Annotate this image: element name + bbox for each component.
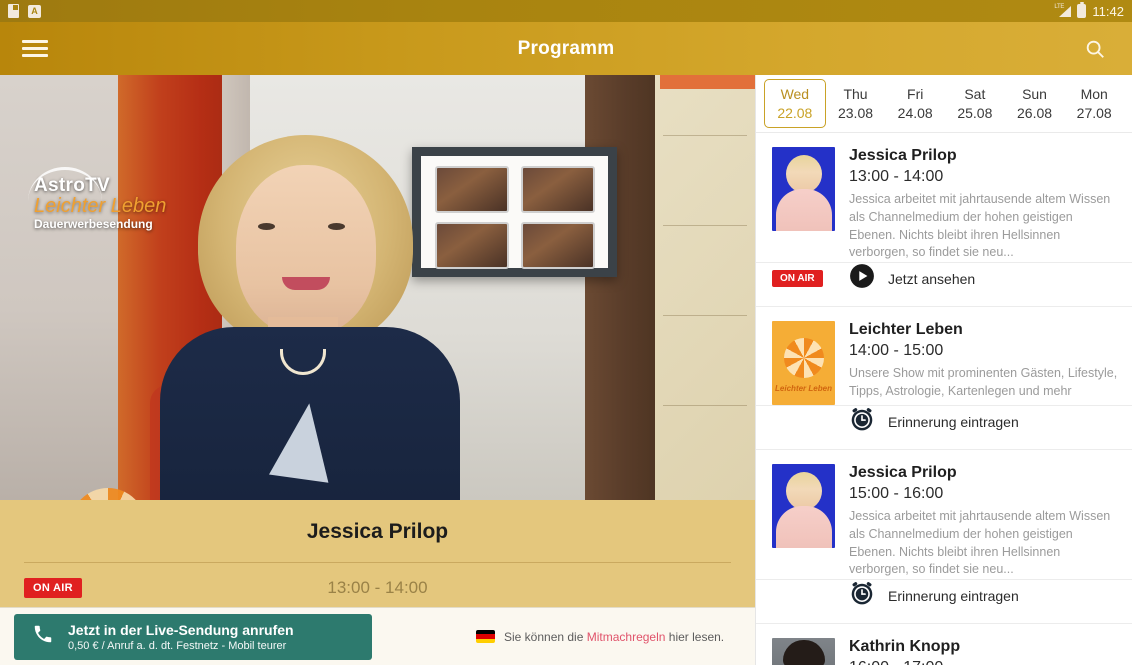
status-bar-right-icons: LTE 11:42: [1054, 2, 1124, 19]
alarm-clock-icon: [849, 580, 875, 611]
station-logo: AstroTV Leichter Leben Dauerwerbesendung: [28, 167, 224, 231]
list-item[interactable]: Jessica Prilop 15:00 - 16:00 Jessica arb…: [756, 450, 1132, 580]
alarm-clock-icon: [849, 406, 875, 437]
app-root: A LTE 11:42 Programm AstroTV Leichter Le…: [0, 0, 1132, 665]
day-tab-0-weekday: Wed: [780, 85, 810, 102]
station-logo-line3: Dauerwerbesendung: [34, 217, 153, 231]
day-tab-0-date: 22.08: [777, 104, 813, 121]
program-title: Leichter Leben: [849, 321, 963, 338]
program-thumbnail: [772, 464, 835, 548]
program-time: 16:00 - 17:00: [849, 659, 1118, 665]
german-flag-icon: [476, 630, 495, 643]
program-title: Kathrin Knopp: [849, 638, 961, 655]
now-playing-time-row: ON AIR 13:00 - 14:00: [24, 563, 731, 613]
day-tab-3-date: 25.08: [957, 104, 993, 121]
now-playing-title: Jessica Prilop: [24, 500, 731, 563]
program-action-row: Erinnerung eintragen: [756, 580, 1132, 624]
program-time: 15:00 - 16:00: [849, 485, 944, 502]
program-title: Jessica Prilop: [849, 147, 957, 164]
search-icon[interactable]: [1080, 34, 1110, 64]
call-button-subtitle: 0,50 € / Anruf a. d. dt. Festnetz - Mobi…: [68, 639, 287, 652]
program-thumbnail: [772, 638, 835, 665]
battery-icon: [1077, 2, 1087, 18]
day-tab-1[interactable]: Thu 23.08: [826, 80, 886, 128]
day-tab-4-weekday: Sun: [1022, 85, 1047, 102]
program-thumbnail: Leichter Leben: [772, 321, 835, 405]
program-action-row: Erinnerung eintragen: [756, 406, 1132, 450]
set-reminder-button[interactable]: Erinnerung eintragen: [835, 580, 1019, 611]
watch-now-label: Jetzt ansehen: [888, 270, 976, 287]
studio-shelf: [655, 75, 755, 500]
hamburger-menu-icon[interactable]: [22, 36, 48, 61]
call-live-show-button[interactable]: Jetzt in der Live-Sendung anrufen 0,50 €…: [14, 613, 372, 660]
app-bar: Programm: [0, 22, 1132, 75]
participation-rules: Sie können die Mitmachregeln hier lesen.: [476, 630, 724, 644]
status-bar-clock: 11:42: [1092, 3, 1124, 19]
studio-wood-panel: [585, 75, 660, 500]
program-title: Jessica Prilop: [849, 464, 957, 481]
page-title: Programm: [517, 37, 615, 59]
bottom-action-bar: Jetzt in der Live-Sendung anrufen 0,50 €…: [0, 607, 755, 665]
program-time: 13:00 - 14:00: [849, 168, 944, 185]
play-icon: [849, 263, 875, 294]
day-tab-1-date: 23.08: [837, 104, 874, 121]
document-icon: [8, 4, 19, 18]
list-item[interactable]: Jessica Prilop 13:00 - 14:00 Jessica arb…: [756, 133, 1132, 263]
day-tab-4[interactable]: Sun 26.08: [1005, 80, 1065, 128]
status-bar: A LTE 11:42: [0, 0, 1132, 22]
video-player[interactable]: AstroTV Leichter Leben Dauerwerbesendung: [0, 75, 755, 500]
set-reminder-button[interactable]: Erinnerung eintragen: [835, 406, 1019, 437]
day-tab-2-weekday: Fri: [907, 85, 924, 102]
day-tab-0[interactable]: Wed 22.08: [764, 78, 826, 129]
day-tab-1-weekday: Thu: [843, 85, 868, 102]
program-description: Unsere Show mit prominenten Gästen, Life…: [849, 366, 1118, 398]
day-tab-3[interactable]: Sat 25.08: [945, 80, 1005, 128]
studio-accent-bar: [660, 75, 755, 89]
list-item[interactable]: Kathrin Knopp 16:00 - 17:00 Kathrin legt…: [756, 624, 1132, 665]
rules-prefix: Sie können die: [504, 629, 587, 644]
phone-icon: [32, 623, 54, 650]
program-guide-panel[interactable]: Wed 22.08 Thu 23.08 Fri 24.08 Sat 25.08 …: [755, 75, 1132, 665]
rules-link[interactable]: Mitmachregeln: [587, 630, 666, 644]
day-tab-4-date: 26.08: [1017, 104, 1053, 121]
program-time: 14:00 - 15:00: [849, 342, 944, 359]
sun-watermark-icon: [70, 488, 146, 500]
day-selector: Wed 22.08 Thu 23.08 Fri 24.08 Sat 25.08 …: [756, 75, 1132, 133]
rules-suffix: hier lesen.: [665, 629, 725, 644]
program-action-row: ON AIR Jetzt ansehen: [756, 263, 1132, 307]
list-item[interactable]: Leichter Leben Leichter Leben 14:00 - 15…: [756, 307, 1132, 406]
set-reminder-label: Erinnerung eintragen: [888, 413, 1019, 430]
now-playing-time: 13:00 - 14:00: [327, 577, 428, 597]
program-thumbnail: [772, 147, 835, 231]
day-tab-5[interactable]: Mon 27.08: [1064, 80, 1124, 128]
program-description: Jessica arbeitet mit jahrtausende altem …: [849, 192, 1111, 260]
signal-icon: LTE: [1054, 4, 1072, 18]
day-tab-2-date: 24.08: [897, 104, 933, 121]
day-tab-5-date: 27.08: [1076, 104, 1112, 121]
call-button-title: Jetzt in der Live-Sendung anrufen: [68, 621, 294, 638]
watch-now-button[interactable]: Jetzt ansehen: [835, 263, 975, 294]
day-tab-2[interactable]: Fri 24.08: [885, 80, 945, 128]
status-badge: ON AIR: [772, 270, 823, 287]
set-reminder-label: Erinnerung eintragen: [888, 587, 1019, 604]
player-column: AstroTV Leichter Leben Dauerwerbesendung…: [0, 75, 755, 665]
font-size-icon: A: [28, 4, 41, 18]
rules-text: Sie können die Mitmachregeln hier lesen.: [504, 630, 724, 644]
day-tab-3-weekday: Sat: [964, 85, 986, 102]
program-description: Jessica arbeitet mit jahrtausende altem …: [849, 509, 1111, 577]
status-bar-left-icons: A: [8, 4, 41, 18]
day-tab-5-weekday: Mon: [1080, 85, 1108, 102]
